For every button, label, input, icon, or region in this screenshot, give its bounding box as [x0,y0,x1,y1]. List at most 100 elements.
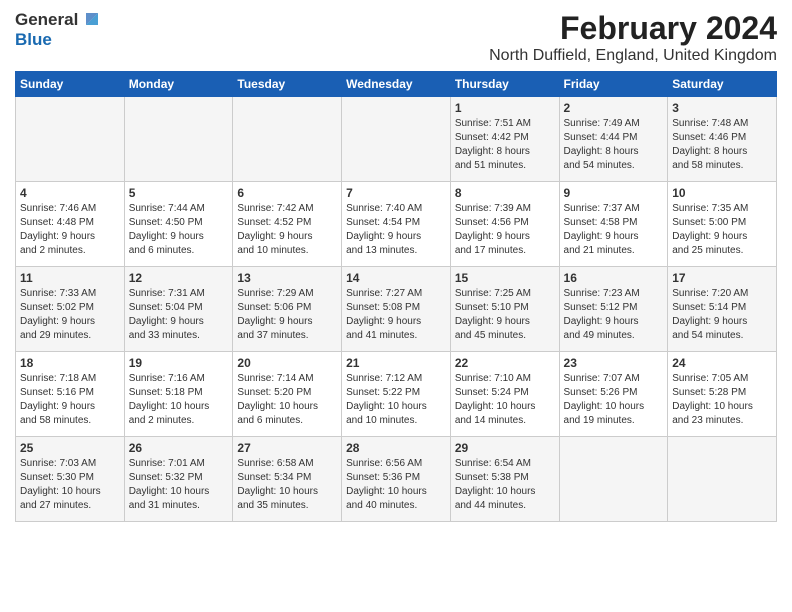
day-of-week-thursday: Thursday [450,72,559,97]
day-info: Sunrise: 7:29 AM Sunset: 5:06 PM Dayligh… [237,287,337,343]
day-number: 29 [455,441,555,455]
calendar-week-row: 25 Sunrise: 7:03 AM Sunset: 5:30 PM Dayli… [16,437,777,522]
calendar-cell: 20 Sunrise: 7:14 AM Sunset: 5:20 PM Dayli… [233,352,342,437]
calendar-cell: 21 Sunrise: 7:12 AM Sunset: 5:22 PM Dayli… [342,352,451,437]
calendar-cell: 11 Sunrise: 7:33 AM Sunset: 5:02 PM Dayli… [16,267,125,352]
calendar-cell: 18 Sunrise: 7:18 AM Sunset: 5:16 PM Dayli… [16,352,125,437]
calendar-cell: 12 Sunrise: 7:31 AM Sunset: 5:04 PM Dayli… [124,267,233,352]
day-number: 1 [455,101,555,115]
day-number: 11 [20,271,120,285]
calendar-week-row: 1Sunrise: 7:51 AM Sunset: 4:42 PM Daylig… [16,97,777,182]
day-info: Sunrise: 7:33 AM Sunset: 5:02 PM Dayligh… [20,287,120,343]
day-info: Sunrise: 7:01 AM Sunset: 5:32 PM Dayligh… [129,457,229,513]
logo-blue-text: Blue [15,30,52,50]
calendar-cell [668,437,777,522]
day-number: 5 [129,186,229,200]
day-number: 10 [672,186,772,200]
day-info: Sunrise: 7:10 AM Sunset: 5:24 PM Dayligh… [455,372,555,428]
calendar-header-row: SundayMondayTuesdayWednesdayThursdayFrid… [16,72,777,97]
calendar-cell: 8 Sunrise: 7:39 AM Sunset: 4:56 PM Daylig… [450,182,559,267]
day-of-week-wednesday: Wednesday [342,72,451,97]
day-info: Sunrise: 6:56 AM Sunset: 5:36 PM Dayligh… [346,457,446,513]
calendar-cell: 13Sunrise: 7:29 AM Sunset: 5:06 PM Dayli… [233,267,342,352]
day-number: 6 [237,186,337,200]
calendar-table: SundayMondayTuesdayWednesdayThursdayFrid… [15,71,777,522]
calendar-week-row: 11 Sunrise: 7:33 AM Sunset: 5:02 PM Dayli… [16,267,777,352]
day-info: Sunrise: 7:05 AM Sunset: 5:28 PM Dayligh… [672,372,772,428]
calendar-cell: 10 Sunrise: 7:35 AM Sunset: 5:00 PM Dayli… [668,182,777,267]
calendar-cell: 27 Sunrise: 6:58 AM Sunset: 5:34 PM Dayli… [233,437,342,522]
calendar-cell [342,97,451,182]
day-info: Sunrise: 7:39 AM Sunset: 4:56 PM Dayligh… [455,202,555,258]
day-number: 23 [564,356,664,370]
calendar-cell [124,97,233,182]
day-info: Sunrise: 7:12 AM Sunset: 5:22 PM Dayligh… [346,372,446,428]
day-info: Sunrise: 7:40 AM Sunset: 4:54 PM Dayligh… [346,202,446,258]
day-number: 25 [20,441,120,455]
calendar-cell: 16Sunrise: 7:23 AM Sunset: 5:12 PM Dayli… [559,267,668,352]
calendar-cell: 23 Sunrise: 7:07 AM Sunset: 5:26 PM Dayli… [559,352,668,437]
calendar-cell: 2 Sunrise: 7:49 AM Sunset: 4:44 PM Daylig… [559,97,668,182]
day-info: Sunrise: 7:20 AM Sunset: 5:14 PM Dayligh… [672,287,772,343]
day-info: Sunrise: 7:37 AM Sunset: 4:58 PM Dayligh… [564,202,664,258]
calendar-cell: 15Sunrise: 7:25 AM Sunset: 5:10 PM Dayli… [450,267,559,352]
day-number: 24 [672,356,772,370]
month-year: February 2024 [489,10,777,47]
day-info: Sunrise: 7:07 AM Sunset: 5:26 PM Dayligh… [564,372,664,428]
calendar-cell: 29Sunrise: 6:54 AM Sunset: 5:38 PM Dayli… [450,437,559,522]
day-info: Sunrise: 7:46 AM Sunset: 4:48 PM Dayligh… [20,202,120,258]
calendar-cell: 28Sunrise: 6:56 AM Sunset: 5:36 PM Dayli… [342,437,451,522]
day-number: 21 [346,356,446,370]
day-of-week-tuesday: Tuesday [233,72,342,97]
day-of-week-monday: Monday [124,72,233,97]
calendar-cell: 9Sunrise: 7:37 AM Sunset: 4:58 PM Daylig… [559,182,668,267]
day-of-week-friday: Friday [559,72,668,97]
day-number: 17 [672,271,772,285]
calendar-cell: 26 Sunrise: 7:01 AM Sunset: 5:32 PM Dayli… [124,437,233,522]
calendar-cell: 17 Sunrise: 7:20 AM Sunset: 5:14 PM Dayli… [668,267,777,352]
day-number: 20 [237,356,337,370]
day-info: Sunrise: 7:44 AM Sunset: 4:50 PM Dayligh… [129,202,229,258]
logo-arrow-icon [80,7,102,29]
calendar-cell: 14 Sunrise: 7:27 AM Sunset: 5:08 PM Dayli… [342,267,451,352]
logo-general-text: General [15,10,78,30]
calendar-cell [233,97,342,182]
header: General Blue February 2024 North Duffiel… [15,10,777,65]
day-number: 7 [346,186,446,200]
day-number: 3 [672,101,772,115]
calendar-cell [559,437,668,522]
day-info: Sunrise: 6:58 AM Sunset: 5:34 PM Dayligh… [237,457,337,513]
calendar-week-row: 4Sunrise: 7:46 AM Sunset: 4:48 PM Daylig… [16,182,777,267]
day-info: Sunrise: 7:03 AM Sunset: 5:30 PM Dayligh… [20,457,120,513]
day-number: 22 [455,356,555,370]
day-info: Sunrise: 7:49 AM Sunset: 4:44 PM Dayligh… [564,117,664,173]
day-info: Sunrise: 7:42 AM Sunset: 4:52 PM Dayligh… [237,202,337,258]
calendar-cell: 5 Sunrise: 7:44 AM Sunset: 4:50 PM Daylig… [124,182,233,267]
day-info: Sunrise: 7:27 AM Sunset: 5:08 PM Dayligh… [346,287,446,343]
day-info: Sunrise: 7:18 AM Sunset: 5:16 PM Dayligh… [20,372,120,428]
day-info: Sunrise: 7:25 AM Sunset: 5:10 PM Dayligh… [455,287,555,343]
day-of-week-sunday: Sunday [16,72,125,97]
day-number: 8 [455,186,555,200]
day-number: 12 [129,271,229,285]
day-number: 18 [20,356,120,370]
day-info: Sunrise: 7:31 AM Sunset: 5:04 PM Dayligh… [129,287,229,343]
day-info: Sunrise: 7:14 AM Sunset: 5:20 PM Dayligh… [237,372,337,428]
day-number: 26 [129,441,229,455]
calendar-body: 1Sunrise: 7:51 AM Sunset: 4:42 PM Daylig… [16,97,777,522]
calendar-cell: 24 Sunrise: 7:05 AM Sunset: 5:28 PM Dayli… [668,352,777,437]
calendar-cell: 6 Sunrise: 7:42 AM Sunset: 4:52 PM Daylig… [233,182,342,267]
calendar-cell: 22 Sunrise: 7:10 AM Sunset: 5:24 PM Dayli… [450,352,559,437]
calendar-cell: 25 Sunrise: 7:03 AM Sunset: 5:30 PM Dayli… [16,437,125,522]
day-number: 19 [129,356,229,370]
day-info: Sunrise: 7:48 AM Sunset: 4:46 PM Dayligh… [672,117,772,173]
day-info: Sunrise: 7:35 AM Sunset: 5:00 PM Dayligh… [672,202,772,258]
day-info: Sunrise: 7:16 AM Sunset: 5:18 PM Dayligh… [129,372,229,428]
day-number: 27 [237,441,337,455]
day-number: 2 [564,101,664,115]
logo: General Blue [15,10,102,50]
day-number: 14 [346,271,446,285]
calendar-cell: 1Sunrise: 7:51 AM Sunset: 4:42 PM Daylig… [450,97,559,182]
calendar-cell: 3 Sunrise: 7:48 AM Sunset: 4:46 PM Daylig… [668,97,777,182]
calendar-cell: 4Sunrise: 7:46 AM Sunset: 4:48 PM Daylig… [16,182,125,267]
